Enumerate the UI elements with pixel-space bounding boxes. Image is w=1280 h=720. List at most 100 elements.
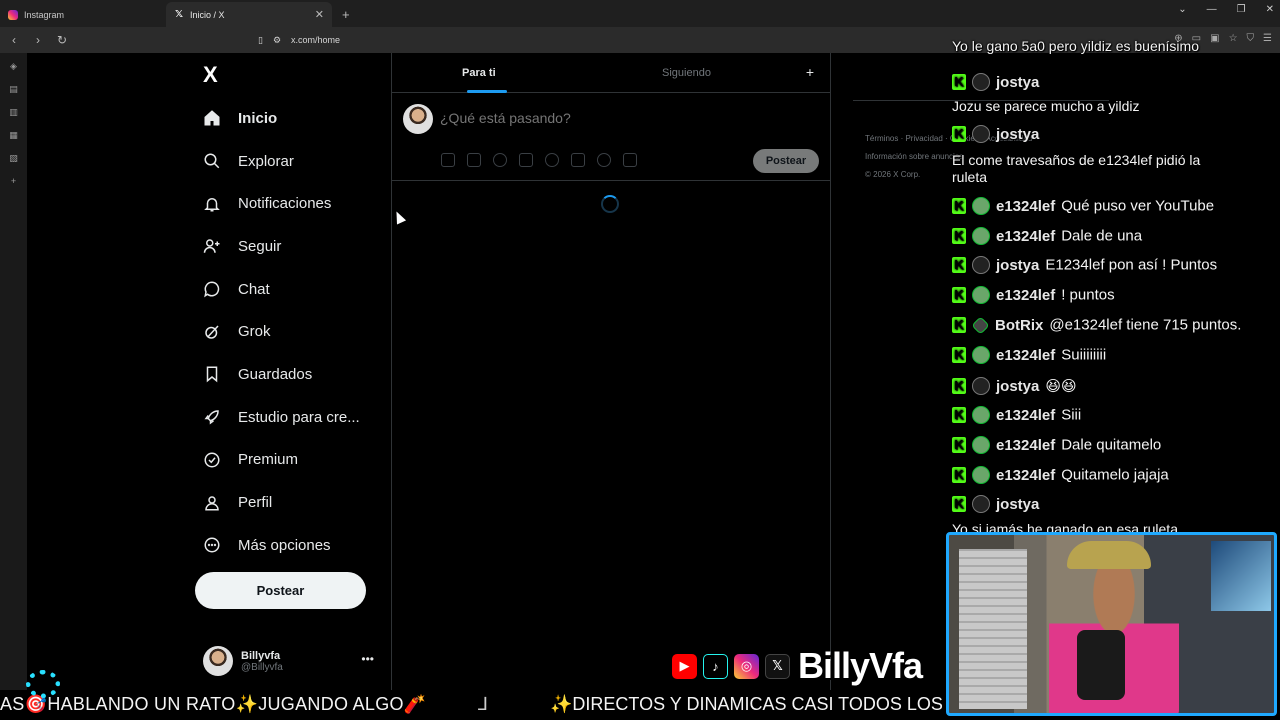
- sidebar-item-grok[interactable]: Grok: [202, 310, 382, 353]
- nav-label: Premium: [238, 451, 299, 469]
- more-circle-icon: [202, 535, 222, 555]
- chat-username: jostya: [996, 125, 1040, 143]
- wallet-icon[interactable]: ▥: [9, 107, 18, 118]
- chat-message: Kjostya 😆😆: [952, 377, 1077, 396]
- url-text[interactable]: x.com/home: [291, 35, 340, 45]
- loading-spinner-icon: [601, 195, 619, 213]
- ticker-text: AS🎯HABLANDO UN RATO✨JUGANDO ALGO🧨: [0, 694, 427, 714]
- sidebar-item-guardados[interactable]: Guardados: [202, 353, 382, 396]
- chat-text: Siii: [1061, 406, 1082, 424]
- kick-badge-icon: K: [952, 317, 966, 334]
- more-dots-icon[interactable]: •••: [361, 652, 374, 666]
- sidebar-item-chat[interactable]: Chat: [202, 268, 382, 311]
- chat-username: e1324lef: [996, 406, 1056, 424]
- compose-post-button[interactable]: Postear: [753, 149, 819, 173]
- sidebar-icon[interactable]: ▣: [1210, 33, 1219, 44]
- stream-branding: ▶ ♪ ◎ 𝕏 BillyVfa: [672, 645, 923, 686]
- sidebar-item-notificaciones[interactable]: Notificaciones: [202, 182, 382, 225]
- nav-label: Guardados: [238, 365, 313, 383]
- chat-avatar: [972, 286, 990, 305]
- emoji-icon[interactable]: [545, 153, 559, 167]
- tab-x-home[interactable]: 𝕏 Inicio / X ✕: [166, 2, 332, 27]
- add-tab-icon[interactable]: +: [806, 64, 814, 80]
- scrolling-ticker: AS🎯HABLANDO UN RATO✨JUGANDO ALGO🧨 ⅃ ✨DIR…: [0, 690, 945, 720]
- chat-message: Kjostya: [952, 495, 1045, 514]
- reload-icon[interactable]: ↻: [52, 33, 72, 47]
- star-icon[interactable]: ☆: [1229, 33, 1238, 44]
- chat-avatar: [972, 436, 990, 455]
- sidebar-item-premium[interactable]: Premium: [202, 439, 382, 482]
- flag-icon[interactable]: [623, 153, 637, 167]
- footer-terms[interactable]: Términos · Privacidad · Cookies · Accesi…: [865, 130, 1032, 148]
- poll-icon[interactable]: [519, 153, 533, 167]
- chat-text: Quitamelo jajaja: [1061, 466, 1169, 484]
- kick-badge-icon: K: [952, 496, 966, 513]
- nav-label: Grok: [238, 323, 271, 341]
- chat-username: BotRix: [995, 316, 1044, 334]
- account-name: Billyvfa: [241, 649, 281, 662]
- location-icon[interactable]: [597, 153, 611, 167]
- bookmark-page-icon[interactable]: ▯: [258, 35, 263, 46]
- back-icon[interactable]: ‹: [4, 33, 24, 47]
- tab-para-ti[interactable]: Para ti: [462, 67, 496, 79]
- chat-message: Kjostya E1234lef pon así ! Puntos: [952, 256, 1217, 275]
- x-icon: 𝕏: [174, 9, 184, 20]
- kick-badge-icon: K: [952, 257, 966, 274]
- chat-username: e1324lef: [996, 436, 1056, 454]
- forward-icon[interactable]: ›: [28, 33, 48, 47]
- chevron-down-icon[interactable]: ⌄: [1178, 4, 1186, 15]
- mouse-cursor-icon: [391, 209, 407, 225]
- close-icon[interactable]: ✕: [315, 8, 324, 21]
- shield-icon[interactable]: ⛉: [1247, 33, 1255, 44]
- address-bar[interactable]: ▯ ⚙ x.com/home: [258, 31, 340, 49]
- settings-gear-icon: [26, 670, 60, 698]
- chat-avatar: [971, 315, 990, 335]
- close-window-icon[interactable]: ✕: [1266, 4, 1274, 15]
- chat-username: e1324lef: [996, 286, 1056, 304]
- chat-message: Ke1324lef Suiiiiiiii: [952, 346, 1106, 365]
- x-logo-icon[interactable]: X: [203, 62, 218, 88]
- chat-username: e1324lef: [996, 346, 1056, 364]
- chat-avatar: [972, 256, 990, 275]
- site-info-icon[interactable]: ⚙: [273, 35, 281, 46]
- image-icon[interactable]: [441, 153, 455, 167]
- chat-message: Ke1324lef Dale de una: [952, 227, 1142, 246]
- aria-icon[interactable]: ◈: [10, 61, 17, 72]
- add-icon[interactable]: +: [11, 176, 16, 186]
- chat-avatar: [972, 197, 990, 216]
- cap: [1067, 541, 1151, 569]
- menu-icon[interactable]: ☰: [1263, 33, 1272, 44]
- schedule-icon[interactable]: [571, 153, 585, 167]
- kick-badge-icon: K: [952, 198, 966, 215]
- divider: [392, 180, 830, 181]
- minimize-icon[interactable]: —: [1207, 4, 1217, 15]
- microphone: [1077, 630, 1125, 700]
- gif-icon[interactable]: [467, 153, 481, 167]
- new-tab-icon[interactable]: +: [342, 2, 350, 27]
- tab-title: Instagram: [24, 9, 65, 20]
- restore-icon[interactable]: ❐: [1237, 4, 1246, 15]
- sidebar-item-explorar[interactable]: Explorar: [202, 140, 382, 183]
- column-divider: [391, 53, 392, 720]
- notes-icon[interactable]: ▧: [9, 153, 18, 164]
- tab-instagram[interactable]: Instagram: [0, 2, 166, 27]
- x-sidebar-nav: Inicio Explorar Notificaciones Seguir Ch…: [202, 97, 382, 567]
- tab-siguiendo[interactable]: Siguiendo: [662, 67, 711, 79]
- chat-message: Kjostya: [952, 73, 1045, 92]
- poster: [1211, 541, 1271, 611]
- sidebar-item-seguir[interactable]: Seguir: [202, 225, 382, 268]
- sidebar-item-mas-opciones[interactable]: Más opciones: [202, 524, 382, 567]
- sidebar-item-estudio[interactable]: Estudio para cre...: [202, 396, 382, 439]
- history-icon[interactable]: ▦: [9, 130, 18, 141]
- sidebar-item-inicio[interactable]: Inicio: [202, 97, 382, 140]
- post-button[interactable]: Postear: [195, 572, 366, 609]
- account-switcher[interactable]: Billyvfa @Billyvfa •••: [203, 644, 378, 678]
- instagram-icon: ◎: [734, 653, 759, 679]
- compose-input[interactable]: [440, 110, 740, 126]
- grok-image-icon[interactable]: [493, 153, 507, 167]
- messenger-icon[interactable]: ▤: [9, 84, 18, 95]
- avatar[interactable]: [403, 104, 433, 134]
- sidebar-item-perfil[interactable]: Perfil: [202, 481, 382, 524]
- chat-message: ruleta: [952, 169, 988, 185]
- footer-ads-info[interactable]: Información sobre anuncios: [865, 148, 963, 166]
